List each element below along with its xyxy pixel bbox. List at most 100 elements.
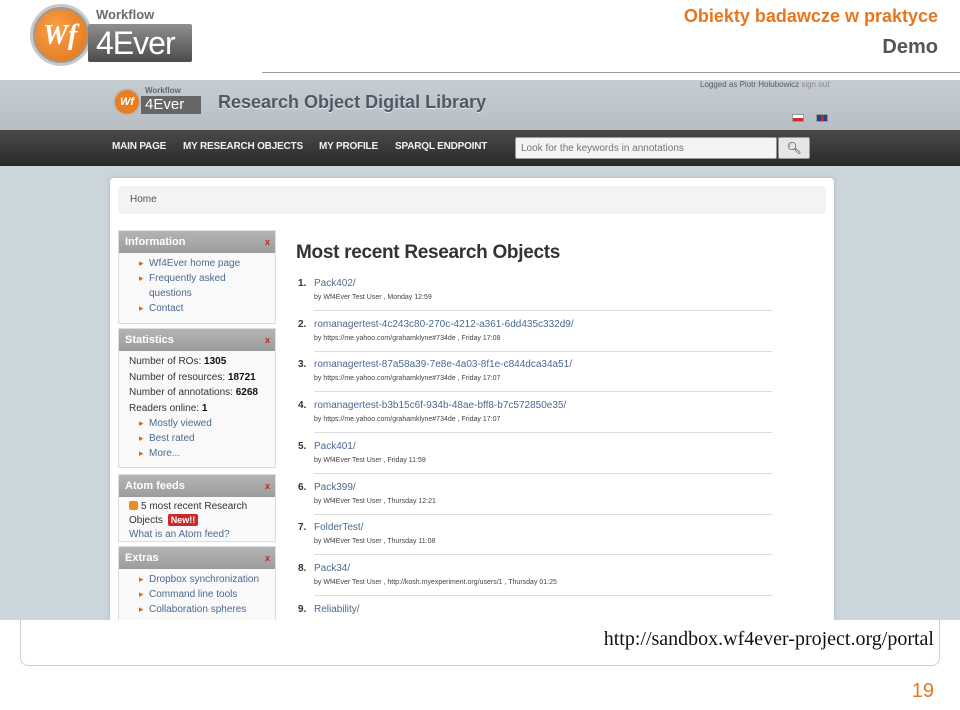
- research-object-link[interactable]: romanagertest-b3b15c6f-934b-48ae-bff8-b7…: [314, 400, 566, 411]
- information-box-title: Information: [125, 236, 186, 248]
- stat-value: 1: [201, 402, 208, 414]
- list-item: 1. Pack402/by Wf4Ever Test User , Monday …: [298, 278, 773, 319]
- research-object-link[interactable]: Pack402/: [314, 278, 356, 289]
- logged-in-text: Logged as Piotr Holubowicz: [700, 80, 800, 89]
- stat-ros: Number of ROs: 1305: [119, 354, 275, 370]
- link-wf4ever-home[interactable]: Wf4Ever home page: [119, 256, 275, 271]
- sign-out-link[interactable]: sign out: [801, 80, 829, 89]
- link-faq[interactable]: Frequently asked: [119, 271, 275, 286]
- link-contact[interactable]: Contact: [119, 301, 275, 316]
- feed-recent-ros[interactable]: 5 most recent Research: [119, 500, 275, 514]
- list-item: 6. Pack399/by Wf4Ever Test User , Thursda…: [298, 482, 773, 523]
- close-icon[interactable]: x: [265, 547, 270, 569]
- research-object-link[interactable]: romanagertest-87a58a39-7e8e-4a03-8f1e-c8…: [314, 359, 572, 370]
- link-what-is-atom[interactable]: What is an Atom feed?: [119, 528, 275, 542]
- research-object-link[interactable]: Pack399/: [314, 482, 356, 493]
- statistics-box-title: Statistics: [125, 334, 174, 346]
- list-item-meta: by Wf4Ever Test User , Friday 11:59: [314, 456, 426, 464]
- extras-box-title: Extras: [125, 552, 159, 564]
- breadcrumb-home[interactable]: Home: [130, 194, 157, 205]
- research-object-link[interactable]: Pack34/: [314, 563, 350, 574]
- new-badge: New!!: [167, 514, 199, 526]
- stat-value: 1305: [204, 356, 227, 367]
- list-item-number: 2.: [298, 318, 307, 330]
- close-icon[interactable]: x: [265, 475, 270, 497]
- app-logo-workflow: Workflow: [145, 86, 181, 95]
- list-item: 7. FolderTest/by Wf4Ever Test User , Thur…: [298, 522, 773, 563]
- list-item-number: 6.: [298, 481, 307, 493]
- atom-feeds-box-header: Atom feeds x: [119, 475, 275, 497]
- logged-in-status: Logged as Piotr Holubowicz sign out: [700, 80, 829, 89]
- link-best-rated[interactable]: Best rated: [119, 431, 275, 446]
- extras-box: Extras x Dropbox synchronization Command…: [118, 546, 276, 620]
- search-button[interactable]: 🔍︎: [778, 137, 810, 159]
- slide: Wf Workflow 4Ever Obiekty badawcze w pra…: [0, 0, 960, 710]
- wf4ever-logo: Wf Workflow 4Ever: [30, 4, 195, 70]
- pl-flag-icon[interactable]: [792, 114, 804, 122]
- feed-recent-ros-cont[interactable]: Objects New!!: [119, 514, 275, 528]
- stat-value: 6268: [235, 387, 258, 398]
- logo-brand-text: 4Ever: [88, 24, 192, 62]
- close-icon[interactable]: x: [265, 231, 270, 253]
- breadcrumb: Home: [118, 186, 826, 214]
- link-command-line-tools[interactable]: Command line tools: [119, 587, 275, 602]
- stat-value: 18721: [227, 371, 256, 383]
- link-more[interactable]: More...: [119, 446, 275, 461]
- list-item: 5. Pack401/by Wf4Ever Test User , Friday …: [298, 441, 773, 482]
- link-dropbox-sync[interactable]: Dropbox synchronization: [119, 572, 275, 587]
- list-item-meta: by Wf4Ever Test User , Thursday 11:08: [314, 538, 436, 546]
- en-flag-icon[interactable]: [816, 114, 828, 122]
- main-title: Most recent Research Objects: [296, 242, 561, 263]
- list-item-meta: by Wf4Ever Test User , Thursday 12:21: [314, 497, 436, 505]
- list-divider: [314, 432, 772, 434]
- extras-box-header: Extras x: [119, 547, 275, 569]
- nav-my-profile[interactable]: MY PROFILE: [319, 141, 378, 152]
- list-item-meta: by https://me.yahoo.com/grahamklyne#734d…: [314, 334, 501, 342]
- list-item-meta: by Wf4Ever Test User , http://kosh.myexp…: [314, 578, 557, 586]
- nav-sparql-endpoint[interactable]: SPARQL ENDPOINT: [395, 141, 487, 152]
- logo-workflow-text: Workflow: [96, 7, 155, 22]
- link-collaboration-spheres[interactable]: Collaboration spheres: [119, 602, 275, 617]
- header-divider: [262, 72, 960, 73]
- research-object-link[interactable]: Reliability/: [314, 604, 360, 615]
- portal-url: http://sandbox.wf4ever-project.org/porta…: [603, 628, 934, 650]
- stat-label: Number of resources:: [129, 371, 226, 383]
- feed-link-text: What is an Atom feed?: [129, 529, 230, 540]
- list-item-number: 1.: [298, 278, 307, 289]
- app-logo-brand: 4Ever: [141, 96, 201, 114]
- list-item-number: 9.: [298, 603, 307, 615]
- list-divider: [314, 350, 772, 352]
- research-object-link[interactable]: FolderTest/: [314, 522, 363, 533]
- link-faq-cont[interactable]: questions: [119, 286, 275, 301]
- list-divider: [314, 594, 772, 596]
- list-divider: [314, 391, 772, 393]
- atom-feeds-box-title: Atom feeds: [125, 480, 185, 492]
- list-item: 8. Pack34/by Wf4Ever Test User , http://k…: [298, 563, 773, 604]
- atom-feeds-box: Atom feeds x 5 most recent Research Obje…: [118, 474, 276, 542]
- nav-my-research-objects[interactable]: MY RESEARCH OBJECTS: [183, 141, 303, 152]
- research-object-link[interactable]: Pack401/: [314, 441, 356, 452]
- list-divider: [314, 310, 772, 311]
- list-divider: [314, 513, 772, 515]
- research-object-link[interactable]: romanagertest-4c243c80-270c-4212-a361-6d…: [314, 319, 574, 330]
- link-mostly-viewed[interactable]: Mostly viewed: [119, 416, 275, 431]
- app-logo[interactable]: Wf Workflow 4Ever: [113, 86, 203, 118]
- close-icon[interactable]: x: [265, 329, 270, 351]
- statistics-box: Statistics x Number of ROs: 1305 Number …: [118, 328, 276, 468]
- browser-screenshot: Wf Workflow 4Ever Research Object Digita…: [0, 80, 960, 620]
- wf4ever-logo-mark: Wf: [30, 4, 92, 66]
- feed-text: Objects: [129, 515, 163, 526]
- list-item: 2. romanagertest-4c243c80-270c-4212-a361-…: [298, 319, 773, 360]
- stat-resources: Number of resources: 18721: [119, 370, 275, 386]
- main-nav: MAIN PAGE MY RESEARCH OBJECTS MY PROFILE…: [0, 130, 960, 166]
- stat-label: Readers online:: [129, 402, 200, 414]
- slide-title: Obiekty badawcze w praktyce: [683, 6, 938, 26]
- app-logo-mark: Wf: [113, 88, 141, 116]
- rss-icon: [129, 501, 138, 510]
- stat-label: Number of annotations:: [129, 387, 233, 398]
- list-item-meta: by https://me.yahoo.com/grahamklyne#734d…: [314, 416, 501, 424]
- logo-mark-text: Wf: [43, 20, 78, 51]
- content-panel: Home Information x Wf4Ever home page Fre…: [110, 178, 834, 620]
- search-input[interactable]: [515, 137, 777, 159]
- nav-main-page[interactable]: MAIN PAGE: [112, 141, 166, 152]
